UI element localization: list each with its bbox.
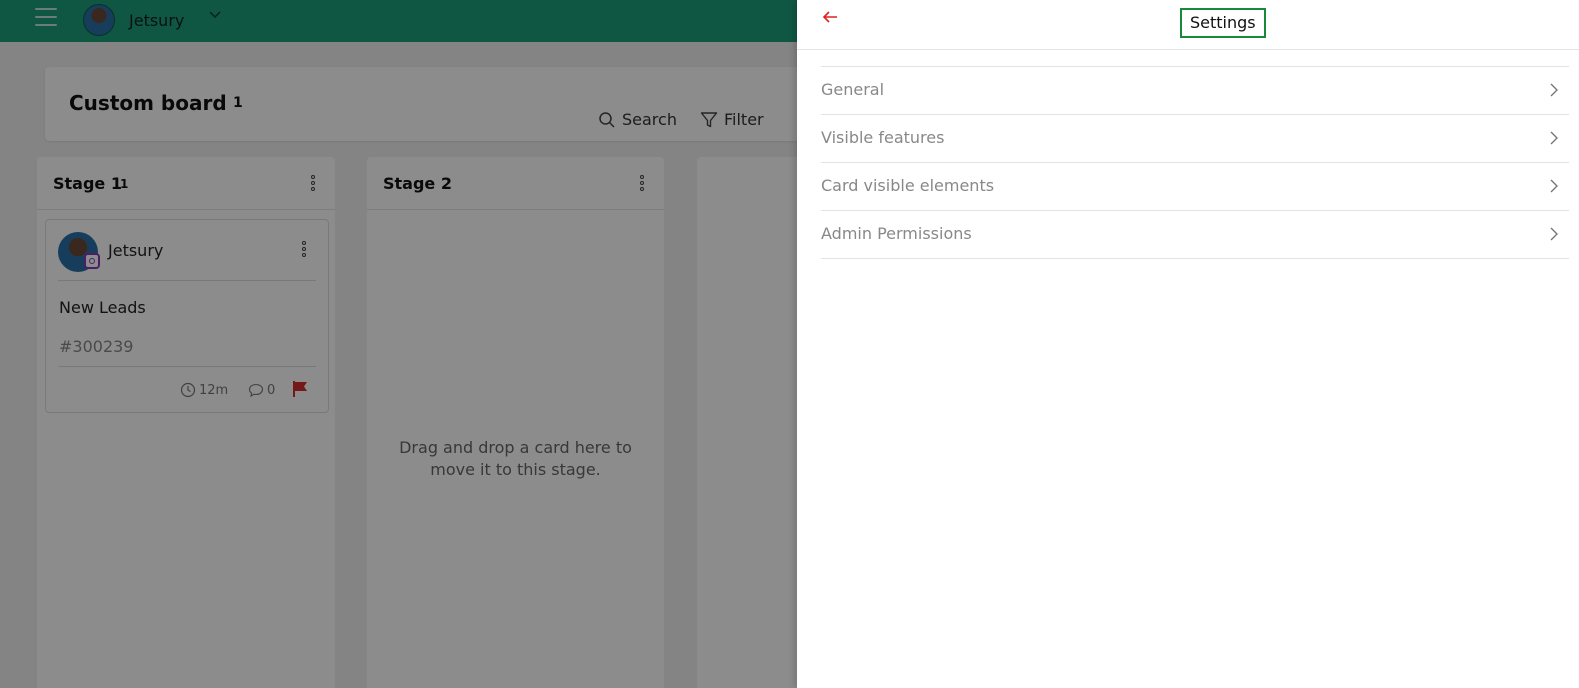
settings-panel: Settings General Visible features Card v… xyxy=(797,0,1579,688)
chevron-right-icon xyxy=(1550,227,1558,241)
back-arrow-icon[interactable] xyxy=(821,9,839,30)
chevron-right-icon xyxy=(1550,131,1558,145)
settings-item-label: General xyxy=(821,80,885,99)
modal-overlay[interactable] xyxy=(0,0,797,688)
chevron-right-icon xyxy=(1550,83,1558,97)
settings-item-admin-permissions[interactable]: Admin Permissions xyxy=(821,211,1569,259)
settings-item-visible-features[interactable]: Visible features xyxy=(821,115,1569,163)
settings-header: Settings xyxy=(797,0,1579,50)
settings-item-card-visible-elements[interactable]: Card visible elements xyxy=(821,163,1569,211)
settings-item-label: Admin Permissions xyxy=(821,224,972,243)
settings-menu: General Visible features Card visible el… xyxy=(821,66,1569,259)
chevron-right-icon xyxy=(1550,179,1558,193)
settings-item-general[interactable]: General xyxy=(821,67,1569,115)
settings-item-label: Visible features xyxy=(821,128,945,147)
settings-title: Settings xyxy=(1180,8,1266,38)
settings-item-label: Card visible elements xyxy=(821,176,995,195)
